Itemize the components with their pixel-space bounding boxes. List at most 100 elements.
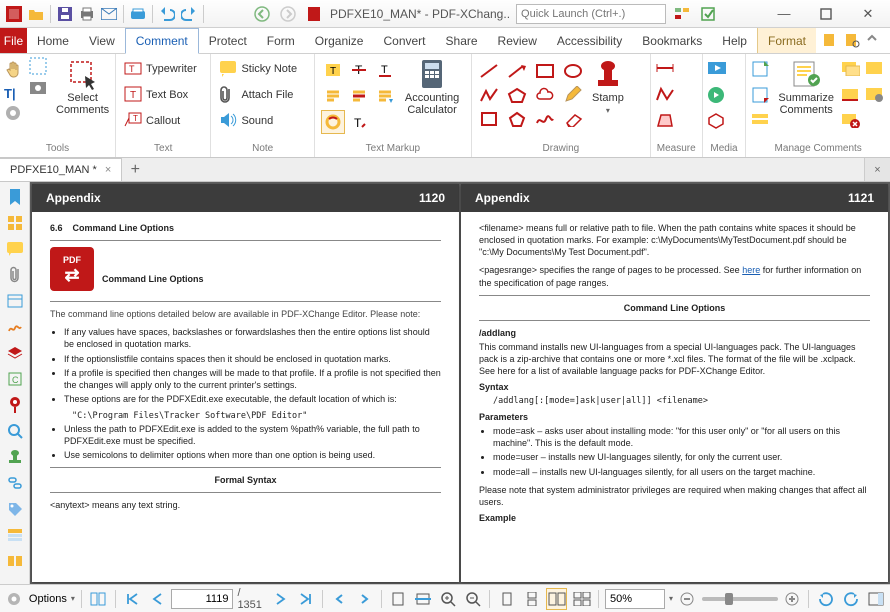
- rail-bookmarks-icon[interactable]: [4, 186, 26, 208]
- text-correction-icon[interactable]: T: [347, 110, 371, 134]
- email-icon[interactable]: [99, 4, 119, 24]
- open-icon[interactable]: [26, 4, 46, 24]
- zoom-out-status-icon[interactable]: [463, 588, 484, 610]
- single-page-icon[interactable]: [496, 588, 517, 610]
- distance-icon[interactable]: [655, 60, 677, 82]
- tab-accessibility[interactable]: Accessibility: [547, 28, 632, 53]
- pencil-icon[interactable]: [560, 84, 586, 106]
- zoom-minus-button[interactable]: [677, 588, 698, 610]
- replace-text-icon[interactable]: [347, 84, 371, 108]
- square-icon[interactable]: [476, 108, 502, 130]
- stamp-button[interactable]: Stamp ▾: [588, 56, 628, 117]
- scan-icon[interactable]: [128, 4, 148, 24]
- tab-bookmarks[interactable]: Bookmarks: [632, 28, 712, 53]
- dock-right-icon[interactable]: [865, 588, 886, 610]
- continuous-icon[interactable]: [521, 588, 542, 610]
- callout-button[interactable]: TCallout: [120, 108, 206, 134]
- tab-organize[interactable]: Organize: [305, 28, 374, 53]
- find-icon[interactable]: [822, 32, 840, 50]
- polyline-icon[interactable]: [476, 84, 502, 106]
- typewriter-button[interactable]: TTypewriter: [120, 56, 206, 82]
- 3d-icon[interactable]: [707, 112, 729, 134]
- fit-page-icon[interactable]: [388, 588, 409, 610]
- fit-width-icon[interactable]: [413, 588, 434, 610]
- maximize-button[interactable]: [806, 0, 846, 28]
- tab-share[interactable]: Share: [436, 28, 488, 53]
- tab-form[interactable]: Form: [257, 28, 305, 53]
- save-icon[interactable]: [55, 4, 75, 24]
- selection-icon[interactable]: [28, 56, 50, 78]
- insert-text-icon[interactable]: [321, 84, 345, 108]
- close-tab-icon[interactable]: ×: [105, 164, 111, 176]
- arrow-icon[interactable]: [504, 60, 530, 82]
- collapse-ribbon-icon[interactable]: [866, 32, 884, 50]
- zoom-slider[interactable]: [702, 597, 778, 601]
- tab-view[interactable]: View: [79, 28, 125, 53]
- document-view[interactable]: Appendix1120 6.6 Command Line Options PD…: [30, 182, 890, 584]
- pentagon-icon[interactable]: [504, 108, 530, 130]
- import-comments-icon[interactable]: [750, 60, 772, 82]
- file-tab[interactable]: File: [0, 28, 27, 53]
- zoom-in-status-icon[interactable]: [438, 588, 459, 610]
- sound-button[interactable]: Sound: [215, 108, 309, 134]
- area-icon[interactable]: [655, 112, 677, 134]
- cloud-icon[interactable]: [532, 84, 558, 106]
- rail-layers-icon[interactable]: [4, 342, 26, 364]
- rail-links-icon[interactable]: [4, 472, 26, 494]
- nav-back-status-icon[interactable]: [329, 588, 350, 610]
- rail-thumbnails-icon[interactable]: [4, 212, 26, 234]
- flatten-comments-icon[interactable]: [840, 86, 862, 108]
- eraser-icon[interactable]: [560, 108, 586, 130]
- doc-tab[interactable]: PDFXE10_MAN *×: [0, 158, 122, 181]
- select-text-icon[interactable]: T|: [4, 82, 26, 104]
- zoom-plus-button[interactable]: [782, 588, 803, 610]
- audio-icon[interactable]: [707, 86, 729, 108]
- close-all-tabs-button[interactable]: ×: [864, 158, 890, 181]
- options-gear-icon[interactable]: [4, 588, 25, 610]
- tab-review[interactable]: Review: [488, 28, 547, 53]
- two-page-continuous-icon[interactable]: [571, 588, 592, 610]
- here-link[interactable]: here: [742, 265, 760, 275]
- rail-more-icon[interactable]: [4, 550, 26, 572]
- close-button[interactable]: ✕: [848, 0, 888, 28]
- rotate-ccw-icon[interactable]: [815, 588, 836, 610]
- next-page-button[interactable]: [270, 588, 291, 610]
- quick-launch-input[interactable]: [516, 4, 666, 24]
- export-comments-icon[interactable]: [750, 86, 772, 108]
- tab-home[interactable]: Home: [27, 28, 79, 53]
- rail-fields-icon[interactable]: [4, 290, 26, 312]
- freeform-icon[interactable]: [532, 108, 558, 130]
- launch-icon[interactable]: [698, 4, 718, 24]
- rail-signatures-icon[interactable]: [4, 316, 26, 338]
- accounting-calc-button[interactable]: Accounting Calculator: [401, 56, 463, 118]
- line-icon[interactable]: [476, 60, 502, 82]
- nav-fwd-icon[interactable]: [278, 4, 298, 24]
- snapshot-icon[interactable]: [28, 78, 50, 100]
- rail-stamps-icon[interactable]: [4, 446, 26, 468]
- redo-icon[interactable]: [179, 4, 199, 24]
- underline-icon[interactable]: T: [373, 58, 397, 82]
- caret-icon[interactable]: [373, 84, 397, 108]
- comment-styles-icon[interactable]: [864, 60, 886, 82]
- tab-format[interactable]: Format: [757, 28, 816, 53]
- gear-icon[interactable]: [4, 104, 26, 126]
- layout-toggle-icon[interactable]: [88, 588, 109, 610]
- oval-icon[interactable]: [560, 60, 586, 82]
- rail-attachments-icon[interactable]: [4, 264, 26, 286]
- squiggly-icon[interactable]: [321, 110, 345, 134]
- print-icon[interactable]: [77, 4, 97, 24]
- highlight-icon[interactable]: T: [321, 58, 345, 82]
- prev-page-button[interactable]: [147, 588, 168, 610]
- options-label[interactable]: Options: [29, 593, 67, 605]
- tab-convert[interactable]: Convert: [373, 28, 435, 53]
- rail-tags-icon[interactable]: [4, 498, 26, 520]
- tab-help[interactable]: Help: [712, 28, 757, 53]
- nav-fwd-status-icon[interactable]: [354, 588, 375, 610]
- select-comments-button[interactable]: Select Comments: [52, 56, 113, 118]
- undo-icon[interactable]: [157, 4, 177, 24]
- hand-tool-icon[interactable]: [4, 60, 26, 82]
- polygon-icon[interactable]: [504, 84, 530, 106]
- rail-properties-icon[interactable]: [4, 524, 26, 546]
- delete-comments-icon[interactable]: [840, 112, 862, 134]
- rotate-cw-icon[interactable]: [840, 588, 861, 610]
